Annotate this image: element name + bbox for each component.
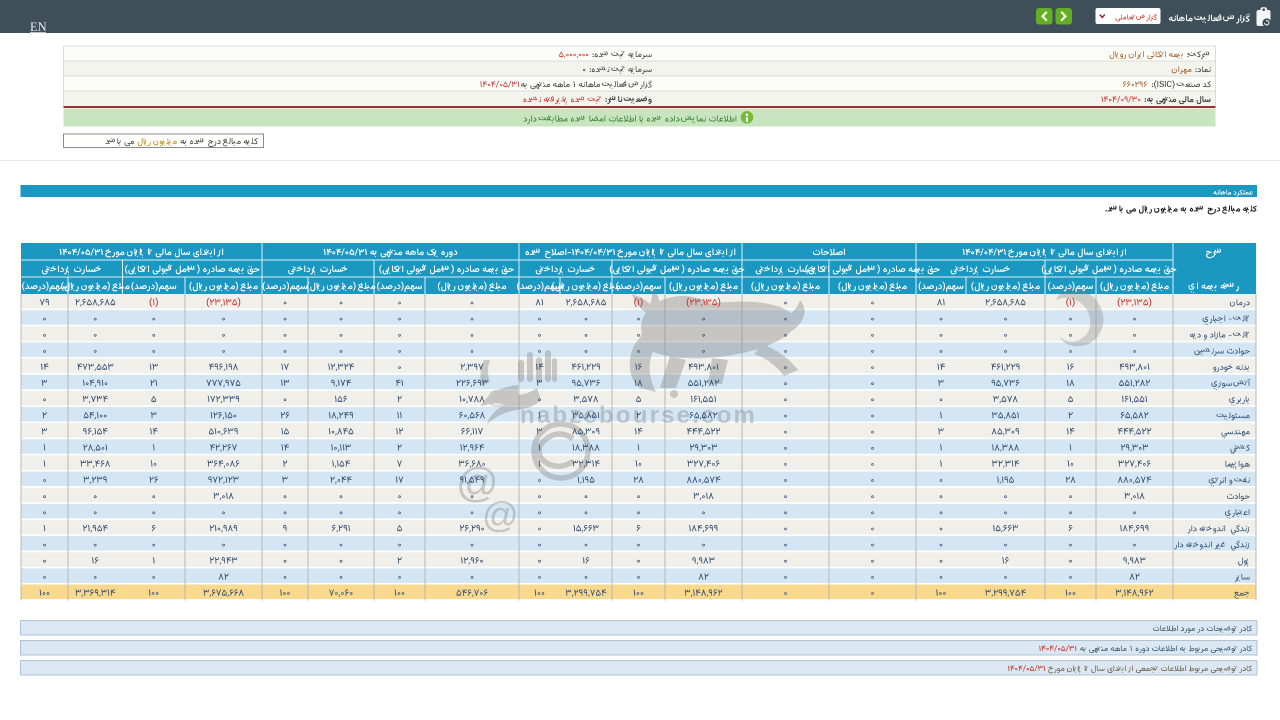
svg-text:@: @ bbox=[482, 494, 519, 535]
svg-text:EN: EN bbox=[30, 20, 47, 34]
